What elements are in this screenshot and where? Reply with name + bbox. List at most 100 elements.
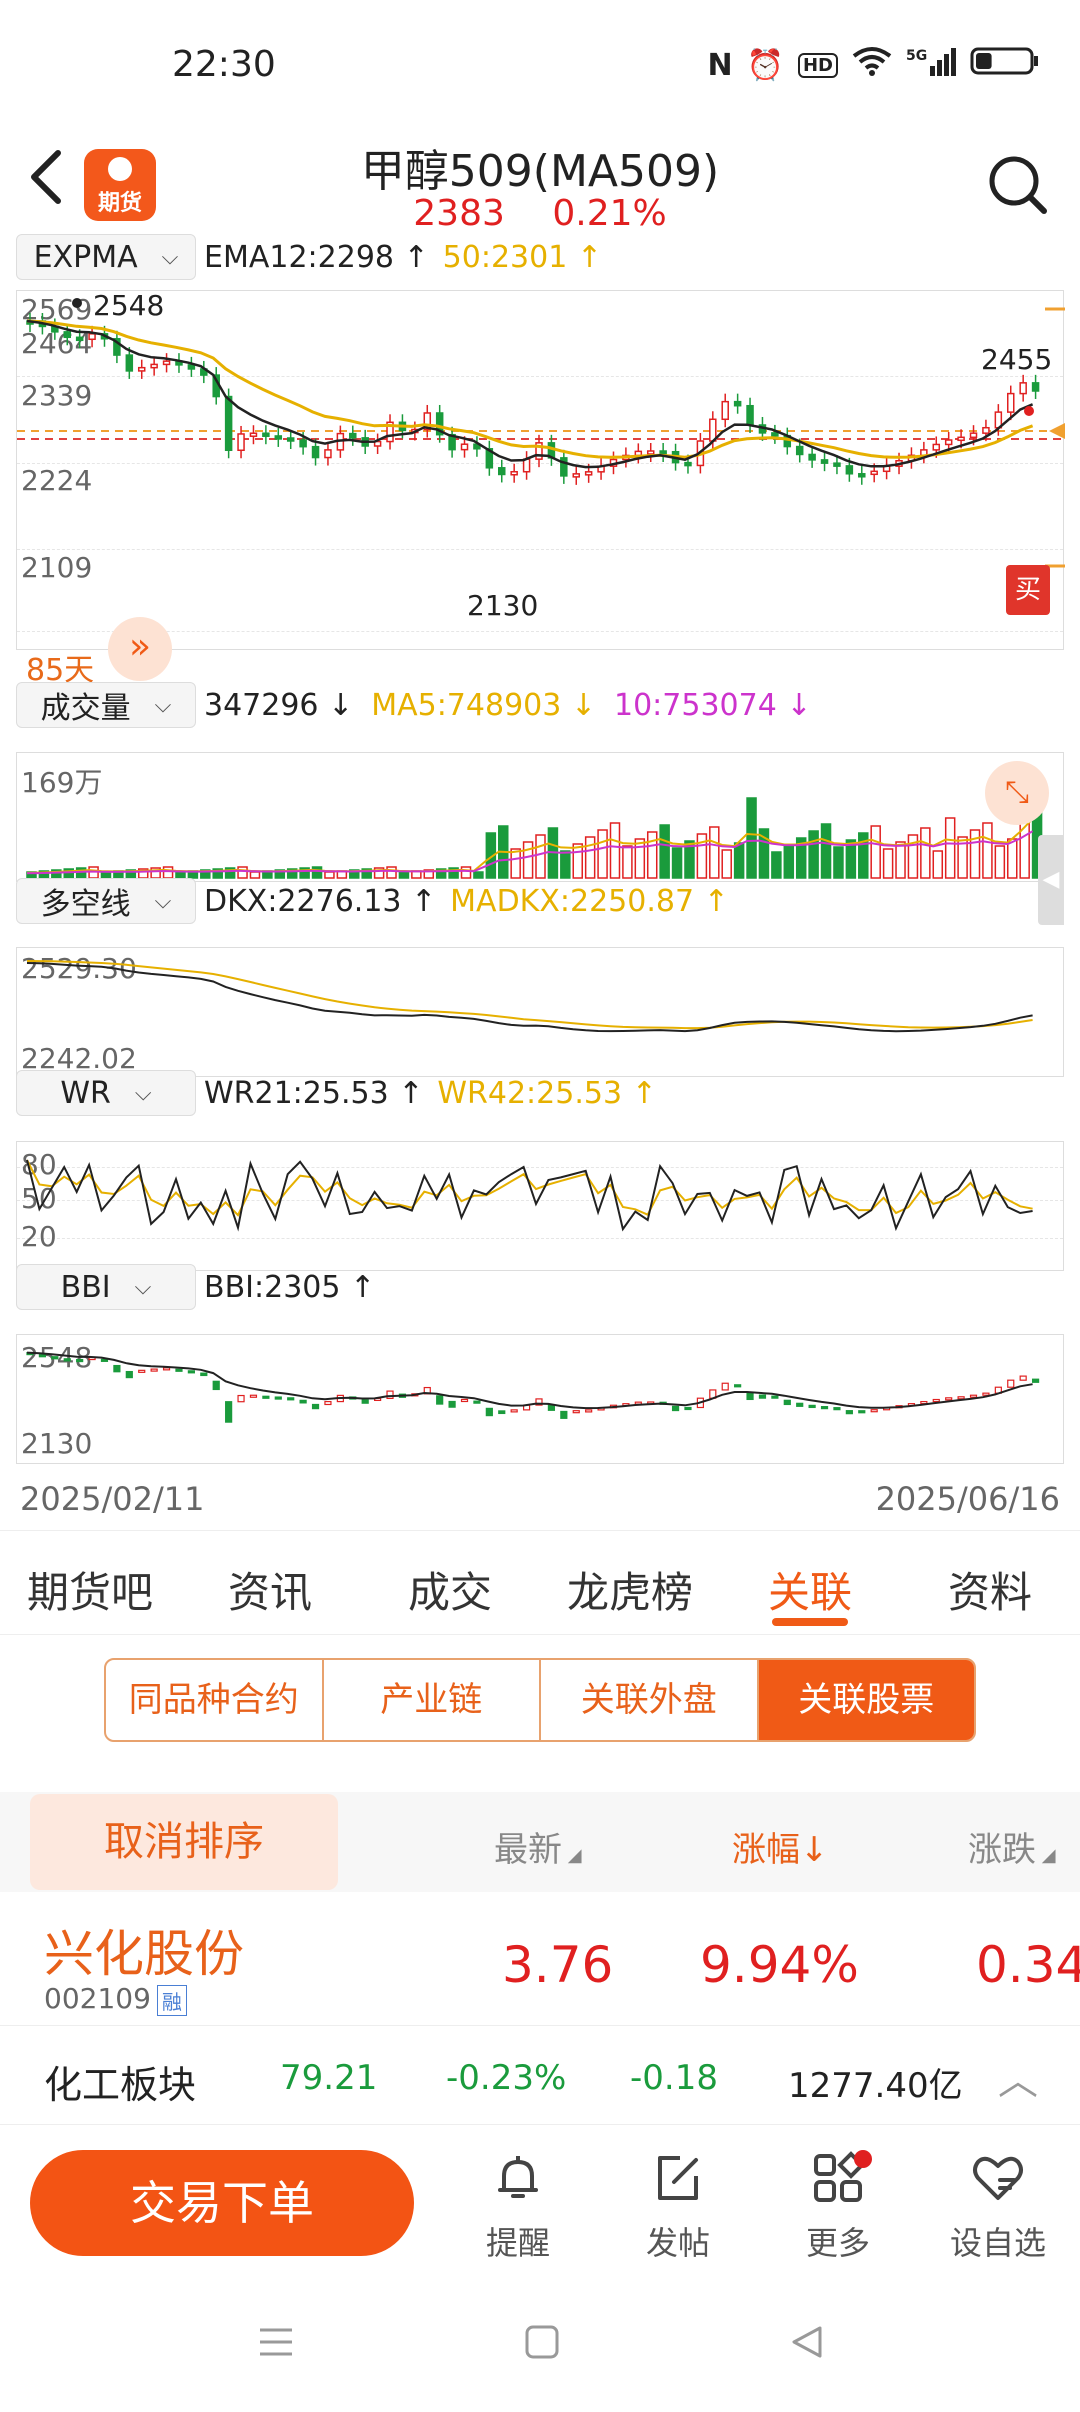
volume-bar	[249, 871, 261, 879]
volume-bar	[311, 866, 323, 879]
expand-icon[interactable]: ⤡	[985, 761, 1049, 825]
candle	[63, 331, 71, 339]
volume-bar	[237, 866, 248, 879]
remind-button[interactable]: 提醒	[458, 2148, 578, 2264]
bbi-panel[interactable]: 2548 2130	[16, 1334, 1064, 1464]
post-button[interactable]: 发帖	[618, 2148, 738, 2264]
bbi-candle	[249, 1394, 258, 1398]
bbi-candle	[870, 1409, 878, 1413]
bbi-candle	[945, 1397, 953, 1401]
candle	[733, 400, 742, 407]
candle	[646, 450, 655, 455]
tab-profile[interactable]: 资料	[900, 1531, 1080, 1634]
bbi-candle	[287, 1397, 295, 1401]
candle	[262, 432, 270, 437]
add-watchlist-button[interactable]: 设自选	[938, 2148, 1058, 2264]
bbi-candle	[311, 1403, 320, 1410]
col-change[interactable]: 涨跌 ◢	[968, 1822, 1056, 1871]
dkx-indicator-select[interactable]: 多空线 ⌵	[16, 878, 196, 924]
notification-dot	[854, 2150, 872, 2168]
bbi-indicator-select[interactable]: BBI ⌵	[16, 1264, 196, 1310]
volume-bar	[460, 866, 472, 879]
chevron-down-icon: ⌵	[154, 888, 172, 914]
sector-pct: -0.23%	[446, 2058, 567, 2098]
bbi-candle	[200, 1372, 208, 1377]
bbi-candle	[957, 1396, 965, 1400]
candle	[808, 453, 816, 461]
sort-icon: ◢	[562, 1845, 582, 1866]
segment-overseas[interactable]: 关联外盘	[541, 1660, 759, 1740]
status-icons: N ⏰ HD 5G	[708, 46, 1040, 84]
bbi-candle	[473, 1400, 481, 1404]
col-change-pct[interactable]: 涨幅↓	[732, 1822, 829, 1871]
stock-code-text: 002109	[44, 1982, 151, 2015]
bbi-candle	[299, 1399, 307, 1404]
dkx-legend: 多空线 ⌵ DKX:2276.13 ↑ MADKX:2250.87 ↑	[16, 878, 729, 924]
expma-legend: EXPMA ⌵ EMA12:2298 ↑ 50:2301 ↑	[16, 234, 602, 280]
cancel-sort-button[interactable]: 取消排序	[30, 1794, 338, 1890]
menu-icon[interactable]	[256, 2322, 296, 2362]
sector-bar[interactable]: 化工板块 79.21 -0.23% -0.18 1277.40亿 ︿	[0, 2025, 1080, 2125]
tab-dragon-tiger[interactable]: 龙虎榜	[540, 1531, 720, 1634]
wr21-value: WR21:25.53 ↑	[204, 1075, 424, 1111]
bbi-candle	[460, 1398, 469, 1403]
indicator-name: 成交量	[40, 691, 131, 726]
table-row[interactable]: 兴化股份 002109 融 3.76 9.94% 0.34	[0, 1892, 1080, 2022]
bell-icon	[498, 2156, 538, 2198]
kline-svg	[17, 298, 1065, 568]
indicator-name: EXPMA	[33, 239, 138, 275]
kline-panel[interactable]: 2569 2464 2339 2224 2109 2548 2130 2455	[16, 289, 1065, 650]
volume-bar	[162, 866, 174, 879]
dkx-panel[interactable]: 2529.30 2242.02	[16, 947, 1064, 1077]
futures-logo[interactable]: 期货	[84, 149, 156, 221]
tab-trades[interactable]: 成交	[360, 1531, 540, 1634]
segment-same-variety[interactable]: 同品种合约	[106, 1660, 324, 1740]
segment-related-stocks[interactable]: 关联股票	[758, 1660, 974, 1740]
chevron-down-icon: ⌵	[134, 1274, 152, 1300]
indicator-name: WR	[60, 1075, 111, 1111]
bbi-candle	[845, 1410, 853, 1415]
collapse-handle[interactable]: ◀	[1038, 835, 1064, 925]
low-label: 2130	[467, 589, 539, 622]
bbi-candle	[1031, 1378, 1040, 1383]
tab-forum[interactable]: 期货吧	[0, 1531, 180, 1634]
alarm-icon: ⏰	[746, 47, 784, 83]
back-button[interactable]	[26, 147, 66, 221]
more-button[interactable]: 更多	[778, 2148, 898, 2264]
volume-value: 347296 ↓	[204, 687, 354, 723]
kline-chart-area[interactable]: EXPMA ⌵ EMA12:2298 ↑ 50:2301 ↑ 2569 2464 …	[0, 234, 1080, 1535]
sort-icon: ◢	[1036, 1845, 1056, 1866]
last-price: 2383	[413, 193, 505, 234]
candle	[274, 435, 283, 440]
signal-dot	[1024, 406, 1034, 416]
wr-panel[interactable]: 80 50 20	[16, 1141, 1064, 1271]
volume-bar	[597, 829, 608, 879]
col-latest[interactable]: 最新 ◢	[494, 1822, 582, 1871]
trade-order-button[interactable]: 交易下单	[30, 2150, 414, 2256]
madkx-value: MADKX:2250.87 ↑	[450, 883, 729, 919]
bbi-candle	[783, 1399, 791, 1406]
tab-related[interactable]: 关联	[720, 1531, 900, 1634]
candle	[659, 450, 667, 455]
search-button[interactable]	[986, 153, 1050, 221]
edit-icon	[658, 2156, 698, 2200]
price-marker-icon	[1049, 423, 1065, 439]
bbi-svg	[26, 1351, 1040, 1423]
buy-signal-tag[interactable]: 买	[1006, 565, 1050, 615]
candle	[162, 360, 171, 366]
segment-industry-chain[interactable]: 产业链	[324, 1660, 541, 1740]
bbi-candle	[162, 1367, 171, 1371]
back-nav-icon[interactable]	[788, 2322, 828, 2362]
dkx-svg	[26, 960, 1033, 1033]
volume-indicator-select[interactable]: 成交量 ⌵	[16, 682, 196, 728]
chevron-up-icon[interactable]: ︿	[998, 2048, 1038, 2106]
wr42-value: WR42:25.53 ↑	[437, 1075, 657, 1111]
tab-news[interactable]: 资讯	[180, 1531, 360, 1634]
fast-forward-button[interactable]: »	[108, 617, 172, 681]
home-icon[interactable]	[522, 2322, 562, 2362]
volume-panel[interactable]: 169万 ⤡	[16, 752, 1064, 882]
wr-indicator-select[interactable]: WR ⌵	[16, 1070, 196, 1116]
bbi-candle	[1007, 1379, 1015, 1388]
candle	[299, 439, 307, 448]
expma-indicator-select[interactable]: EXPMA ⌵	[16, 234, 196, 280]
